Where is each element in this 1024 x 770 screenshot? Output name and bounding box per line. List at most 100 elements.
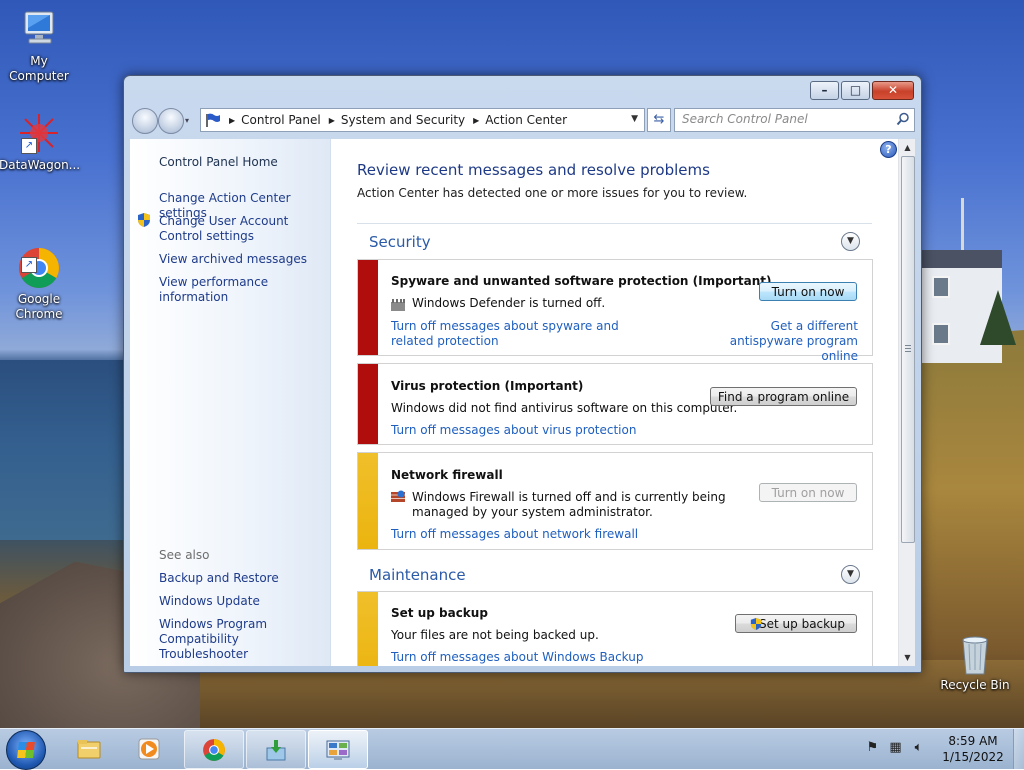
volume-icon[interactable]: 🔈︎ xyxy=(910,739,927,756)
main-content: ? Review recent messages and resolve pro… xyxy=(331,139,898,666)
wallpaper-house xyxy=(922,250,1002,363)
taskbar-media-player[interactable] xyxy=(120,730,178,767)
desktop-icon-label: My Computer xyxy=(9,54,69,83)
refresh-icon: ⇆ xyxy=(653,112,665,127)
turn-off-virus-messages-link[interactable]: Turn off messages about virus protection xyxy=(391,423,636,438)
uac-shield-icon xyxy=(138,213,150,227)
taskbar-installer[interactable] xyxy=(246,730,306,769)
turn-off-backup-messages-link[interactable]: Turn off messages about Windows Backup xyxy=(391,650,643,665)
maintenance-section-title[interactable]: Maintenance xyxy=(369,566,466,584)
breadcrumb-separator[interactable]: ▶ xyxy=(227,116,241,125)
find-program-online-button[interactable]: Find a program online xyxy=(710,387,857,406)
address-dropdown-icon[interactable]: ▼ xyxy=(631,114,638,124)
desktop-icon-my-computer[interactable]: My Computer xyxy=(0,8,79,84)
spyware-protection-card: Spyware and unwanted software protection… xyxy=(357,259,873,363)
windows-logo-icon xyxy=(17,742,35,758)
close-icon: ✕ xyxy=(887,83,899,97)
scroll-up-icon[interactable]: ▲ xyxy=(899,139,915,156)
card-description: Windows did not find antivirus software … xyxy=(391,401,738,415)
set-up-backup-button[interactable]: Set up backup xyxy=(735,614,857,633)
backup-card: Set up backup Your files are not being b… xyxy=(357,591,873,666)
shortcut-arrow-icon: ↗ xyxy=(21,257,37,273)
maintenance-collapse-chevron-icon[interactable]: ▼ xyxy=(841,565,860,584)
get-antispyware-online-link[interactable]: Get a different antispyware program onli… xyxy=(708,319,858,364)
search-box[interactable] xyxy=(674,108,915,132)
severity-bar-important xyxy=(358,364,378,444)
card-description: Windows Firewall is turned off and is cu… xyxy=(412,490,726,519)
search-icon[interactable] xyxy=(896,112,910,126)
desktop-icon-label: Recycle Bin xyxy=(940,678,1010,692)
installer-icon xyxy=(266,740,286,761)
card-description: Windows Defender is turned off. xyxy=(412,296,606,310)
back-button[interactable] xyxy=(132,108,158,134)
maximize-button[interactable]: □ xyxy=(841,81,870,100)
recent-pages-chevron-icon[interactable]: ▾ xyxy=(185,116,189,125)
scroll-down-icon[interactable]: ▼ xyxy=(899,649,915,666)
severity-bar-important xyxy=(358,260,378,355)
desktop-icon-label: DataWagon... xyxy=(0,158,81,172)
taskbar: ⚑ ▦ 🔈︎ 8:59 AM 1/15/2022 xyxy=(0,728,1024,770)
security-collapse-chevron-icon[interactable]: ▼ xyxy=(841,232,860,251)
taskbar-action-center[interactable] xyxy=(308,730,368,769)
recycle-bin-icon xyxy=(953,632,997,676)
help-icon[interactable]: ? xyxy=(880,141,897,158)
desktop-icon-label: Google Chrome xyxy=(15,292,63,321)
turn-on-defender-button[interactable]: Turn on now xyxy=(759,282,857,301)
caption-buttons: – □ ✕ xyxy=(808,81,914,100)
action-center-flag-icon xyxy=(206,113,220,127)
search-input[interactable] xyxy=(675,109,882,129)
taskbar-explorer[interactable] xyxy=(60,730,118,767)
notification-area: ⚑ ▦ 🔈︎ xyxy=(864,739,933,756)
refresh-button[interactable]: ⇆ xyxy=(647,108,671,132)
window-client-area: Control Panel Home Change Action Center … xyxy=(130,139,915,666)
start-button[interactable] xyxy=(6,730,46,770)
network-icon[interactable]: ▦ xyxy=(887,739,904,756)
breadcrumb-control-panel[interactable]: Control Panel ▶ xyxy=(241,113,341,127)
close-button[interactable]: ✕ xyxy=(872,81,914,100)
control-panel-home-link[interactable]: Control Panel Home xyxy=(159,155,278,170)
severity-bar-warning xyxy=(358,453,378,549)
turn-off-spyware-messages-link[interactable]: Turn off messages about spyware and rela… xyxy=(391,319,661,349)
control-panel-icon xyxy=(326,740,350,760)
media-player-icon xyxy=(138,738,160,760)
vertical-scrollbar[interactable]: ▲ ▼ xyxy=(898,139,915,666)
turn-on-firewall-button: Turn on now xyxy=(759,483,857,502)
desktop-icon-recycle-bin[interactable]: Recycle Bin xyxy=(935,632,1015,693)
clock[interactable]: 8:59 AM 1/15/2022 xyxy=(936,733,1010,765)
taskbar-chrome[interactable] xyxy=(184,730,244,769)
clock-time: 8:59 AM xyxy=(948,734,998,748)
maximize-icon: □ xyxy=(849,83,862,97)
compatibility-troubleshooter-link[interactable]: Windows Program Compatibility Troublesho… xyxy=(159,617,324,662)
backup-and-restore-link[interactable]: Backup and Restore xyxy=(159,571,279,586)
datawagon-icon: ↗ xyxy=(17,112,61,156)
set-up-backup-label: Set up backup xyxy=(759,617,845,631)
desktop-icon-datawagon[interactable]: ↗ DataWagon... xyxy=(0,112,81,173)
minimize-button[interactable]: – xyxy=(810,81,839,100)
firewall-icon xyxy=(391,490,405,502)
card-title: Set up backup xyxy=(391,606,488,620)
uac-shield-icon xyxy=(750,618,762,630)
windows-update-link[interactable]: Windows Update xyxy=(159,594,260,609)
chrome-icon: ↗ xyxy=(17,231,61,288)
folder-icon xyxy=(77,740,101,759)
desktop-icon-google-chrome[interactable]: ↗ Google Chrome xyxy=(0,216,79,337)
breadcrumb-action-center[interactable]: Action Center xyxy=(485,113,567,127)
action-center-flag-icon[interactable]: ⚑ xyxy=(864,739,881,756)
action-center-window: – □ ✕ ▾ ▶ Control Panel ▶ System and Secu… xyxy=(123,75,922,673)
page-title: Review recent messages and resolve probl… xyxy=(357,161,710,179)
security-section-title[interactable]: Security xyxy=(369,233,431,251)
page-subtitle: Action Center has detected one or more i… xyxy=(357,186,748,200)
view-performance-information-link[interactable]: View performance information xyxy=(159,275,330,305)
forward-button[interactable] xyxy=(158,108,184,134)
show-desktop-button[interactable] xyxy=(1013,729,1024,769)
card-title: Virus protection (Important) xyxy=(391,379,584,393)
severity-bar-warning xyxy=(358,592,378,666)
address-bar[interactable]: ▶ Control Panel ▶ System and Security ▶ Ac… xyxy=(200,108,645,132)
chrome-icon xyxy=(203,739,225,761)
turn-off-firewall-messages-link[interactable]: Turn off messages about network firewall xyxy=(391,527,638,542)
breadcrumb-system-and-security[interactable]: System and Security ▶ xyxy=(341,113,485,127)
scrollbar-thumb[interactable] xyxy=(901,156,915,543)
view-archived-messages-link[interactable]: View archived messages xyxy=(159,252,307,267)
change-uac-settings-link[interactable]: Change User Account Control settings xyxy=(159,214,324,244)
navigation-bar: ▾ ▶ Control Panel ▶ System and Security ▶ … xyxy=(130,107,915,134)
